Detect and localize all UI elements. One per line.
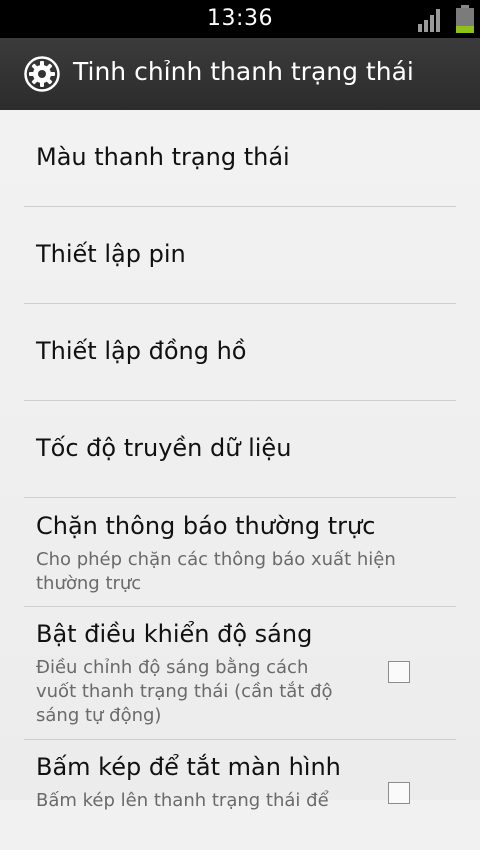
signal-bars-icon	[418, 8, 444, 32]
gear-icon[interactable]	[24, 56, 60, 92]
double-tap-checkbox[interactable]	[388, 782, 410, 804]
preference-list[interactable]: Màu thanh trạng thái Thiết lập pin Thiết…	[0, 110, 480, 811]
page-title: Tinh chỉnh thanh trạng thái	[73, 57, 414, 86]
pref-label: Màu thanh trạng thái	[36, 143, 290, 171]
battery-icon	[456, 5, 474, 33]
pref-summary: Điều chỉnh độ sáng bằng cách vuốt thanh …	[36, 657, 333, 726]
status-bar: 13:36	[0, 0, 480, 38]
pref-summary: Bấm kép lên thanh trạng thái để	[36, 790, 329, 811]
brightness-checkbox[interactable]	[388, 661, 410, 683]
pref-label: Chặn thông báo thường trực	[36, 512, 376, 540]
pref-label: Bấm kép để tắt màn hình	[36, 753, 341, 781]
action-bar: Tinh chỉnh thanh trạng thái	[0, 38, 480, 110]
pref-battery-settings[interactable]: Thiết lập pin	[24, 207, 456, 304]
pref-label: Bật điều khiển độ sáng	[36, 620, 313, 648]
pref-statusbar-color[interactable]: Màu thanh trạng thái	[24, 110, 456, 207]
pref-label: Tốc độ truyền dữ liệu	[36, 434, 292, 462]
pref-label: Thiết lập đồng hồ	[36, 337, 247, 365]
pref-data-speed[interactable]: Tốc độ truyền dữ liệu	[24, 401, 456, 498]
status-time: 13:36	[207, 6, 273, 31]
pref-label: Thiết lập pin	[36, 240, 186, 268]
pref-double-tap-screen-off[interactable]: Bấm kép để tắt màn hình Bấm kép lên than…	[24, 740, 456, 850]
pref-brightness-control[interactable]: Bật điều khiển độ sáng Điều chỉnh độ sán…	[24, 607, 456, 740]
pref-clock-settings[interactable]: Thiết lập đồng hồ	[24, 304, 456, 401]
pref-block-ongoing-notifications[interactable]: Chặn thông báo thường trực Cho phép chặn…	[24, 498, 456, 607]
pref-summary: Cho phép chặn các thông báo xuất hiện th…	[36, 549, 396, 594]
